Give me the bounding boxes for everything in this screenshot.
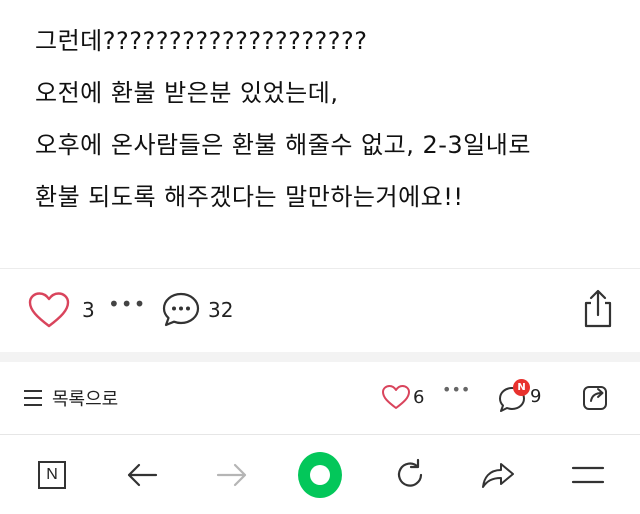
comment-icon [162,292,200,327]
like-count: 3 [82,298,95,322]
arrow-right-icon [216,463,247,487]
heart-icon [382,385,410,409]
share-icon [584,289,612,328]
comment-button[interactable] [160,290,202,330]
section-gap [0,352,640,362]
like-small-count: 6 [413,386,425,408]
list-button[interactable]: 목록으로 [24,384,118,412]
new-badge: N [513,379,530,396]
refresh-button[interactable] [388,455,432,495]
comment-count: 32 [208,298,234,322]
home-icon [298,452,342,498]
post-body: 그런데???????????????????? 오전에 환불 받은분 있었는데,… [35,26,620,234]
post-line: 환불 되도록 해주겠다는 말만하는거에요!! [35,183,464,211]
share-icon [583,386,607,410]
comment-small-button[interactable]: N [497,379,531,413]
naver-icon: N [38,461,66,489]
refresh-icon [397,458,423,487]
more-options-button[interactable]: ••• [108,292,146,316]
post-line: 오후에 온사람들은 환불 해줄수 없고, 2-3일내로 [35,131,531,159]
home-button[interactable] [298,452,342,498]
share-arrow-icon [482,463,514,488]
forward-button[interactable] [210,455,254,495]
divider [0,268,640,269]
naver-button[interactable]: N [30,455,74,495]
share-button[interactable] [578,286,618,332]
list-bar: 목록으로 6 ••• N 9 [0,362,640,435]
menu-button[interactable] [566,455,610,495]
post-line: 오전에 환불 받은분 있었는데, [35,79,339,107]
back-button[interactable] [120,455,164,495]
share-page-button[interactable] [476,455,520,495]
reaction-bar: 3 ••• 32 [0,270,640,352]
arrow-left-icon [127,463,158,487]
share-small-button[interactable] [581,382,611,412]
like-button[interactable] [26,290,72,330]
more-options-small[interactable]: ••• [442,380,470,399]
like-small-button[interactable]: 6 [381,384,424,410]
comment-small-count: 9 [530,386,542,407]
heart-icon [28,292,70,328]
post-line: 그런데???????????????????? [35,27,368,55]
hamburger-icon [571,466,605,484]
list-icon [24,390,42,406]
list-label: 목록으로 [52,389,119,410]
browser-toolbar: N [0,435,640,514]
